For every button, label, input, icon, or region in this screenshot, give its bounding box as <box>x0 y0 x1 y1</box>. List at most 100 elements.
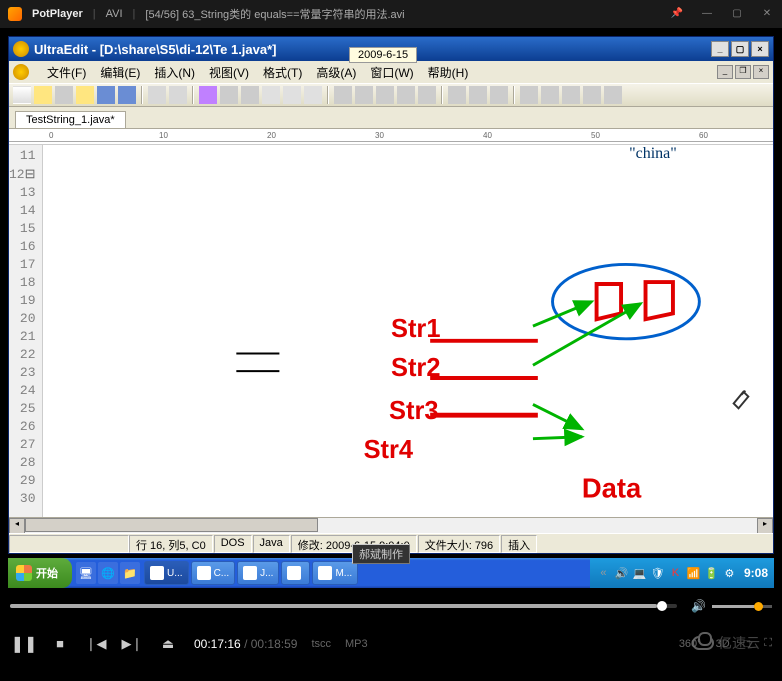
t5-icon[interactable] <box>376 86 394 104</box>
task-button-4[interactable]: M... <box>312 561 358 585</box>
tray-6[interactable]: 🔋 <box>704 566 719 581</box>
ue-max[interactable]: ▢ <box>731 41 749 57</box>
progress-bar-row: 🔊 <box>0 596 782 616</box>
prev-button[interactable]: ❘◀ <box>82 630 110 658</box>
code-text[interactable]: public static void main(String[] args) {… <box>43 145 49 517</box>
potplayer-titlebar: PotPlayer | AVI | [54/56] 63_String类的 eq… <box>0 0 782 28</box>
t4-icon[interactable] <box>355 86 373 104</box>
open-icon[interactable] <box>34 86 52 104</box>
tray-5[interactable]: 📶 <box>686 566 701 581</box>
open2-icon[interactable] <box>76 86 94 104</box>
editor-area[interactable]: 11 12⊟ 13 14 15 16 17 18 19 20 21 22 23 … <box>9 145 773 517</box>
t1-icon[interactable] <box>220 86 238 104</box>
menu-insert[interactable]: 插入(N) <box>154 64 195 81</box>
maximize-button[interactable]: ▢ <box>730 7 744 21</box>
pause-button[interactable]: ❚❚ <box>10 630 38 658</box>
t14-icon[interactable] <box>583 86 601 104</box>
status-mode: 插入 <box>501 535 537 553</box>
ql-1[interactable]: 🖥 <box>76 562 96 584</box>
task-button-0[interactable]: U... <box>144 561 189 585</box>
preview-icon[interactable] <box>169 86 187 104</box>
pip-button[interactable]: □ <box>744 638 751 650</box>
next-button[interactable]: ▶❘ <box>118 630 146 658</box>
menu-format[interactable]: 格式(T) <box>263 64 302 81</box>
eject-button[interactable]: ⏏ <box>154 630 182 658</box>
pin-button[interactable]: 📌 <box>670 7 684 21</box>
t7-icon[interactable] <box>418 86 436 104</box>
close-button[interactable]: ✕ <box>760 7 774 21</box>
menu-help[interactable]: 帮助(H) <box>428 64 469 81</box>
t11-icon[interactable] <box>520 86 538 104</box>
stop-button[interactable]: ■ <box>46 630 74 658</box>
seek-bar[interactable] <box>10 604 677 608</box>
window-title: UltraEdit - [D:\share\S5\di-12\Te 1.java… <box>34 42 277 57</box>
svg-text:Str3: Str3 <box>389 397 438 425</box>
scroll-thumb[interactable] <box>25 518 318 532</box>
save-icon[interactable] <box>97 86 115 104</box>
video-area[interactable]: UltraEdit - [D:\share\S5\di-12\Te 1.java… <box>0 28 782 596</box>
tray-expand[interactable]: « <box>596 566 611 581</box>
menu-view[interactable]: 视图(V) <box>209 64 249 81</box>
tray-1[interactable]: 🔊 <box>614 566 629 581</box>
t12-icon[interactable] <box>541 86 559 104</box>
task-button-3[interactable] <box>281 561 310 585</box>
tray-2[interactable]: 💻 <box>632 566 647 581</box>
t3-icon[interactable] <box>334 86 352 104</box>
vr-button[interactable]: 360° <box>679 638 702 650</box>
paste-icon[interactable] <box>304 86 322 104</box>
3d-button[interactable]: 3D <box>716 638 730 650</box>
task-button-1[interactable]: C... <box>191 561 236 585</box>
scroll-left[interactable]: ◂ <box>9 518 25 534</box>
seek-thumb[interactable] <box>657 601 667 611</box>
saveall-icon[interactable] <box>118 86 136 104</box>
t13-icon[interactable] <box>562 86 580 104</box>
quick-launch: 🖥 🌐 📁 <box>76 562 140 584</box>
insert1-icon[interactable] <box>199 86 217 104</box>
print-icon[interactable] <box>148 86 166 104</box>
ql-2[interactable]: 🌐 <box>98 562 118 584</box>
line-gutter: 11 12⊟ 13 14 15 16 17 18 19 20 21 22 23 … <box>9 145 43 517</box>
close-icon[interactable] <box>55 86 73 104</box>
menu-window[interactable]: 窗口(W) <box>370 64 413 81</box>
h-scrollbar[interactable]: ◂ ▸ <box>9 517 773 533</box>
date-popup: 2009-6-15 <box>349 47 417 63</box>
tab-teststring[interactable]: TestString_1.java* <box>15 111 126 128</box>
fullscreen-button[interactable]: ⛶ <box>764 637 772 650</box>
new-icon[interactable] <box>13 86 31 104</box>
t6-icon[interactable] <box>397 86 415 104</box>
status-pos: 行 16, 列5, C0 <box>129 535 213 553</box>
audio: MP3 <box>345 638 368 650</box>
mdi-min[interactable]: _ <box>717 65 733 79</box>
tray-7[interactable]: ⚙ <box>722 566 737 581</box>
highlight-box-2 <box>369 145 565 189</box>
status-enc: DOS <box>214 535 252 553</box>
t10-icon[interactable] <box>490 86 508 104</box>
ql-3[interactable]: 📁 <box>120 562 140 584</box>
potplayer-icon <box>8 7 22 21</box>
t9-icon[interactable] <box>469 86 487 104</box>
menu-advanced[interactable]: 高级(A) <box>316 64 356 81</box>
volume-bar[interactable] <box>712 605 772 608</box>
mdi-restore[interactable]: ❐ <box>735 65 751 79</box>
file-tabs: TestString_1.java* <box>9 107 773 129</box>
t15-icon[interactable] <box>604 86 622 104</box>
ue-close[interactable]: × <box>751 41 769 57</box>
status-help[interactable] <box>9 535 129 553</box>
volume-icon[interactable]: 🔊 <box>691 599 706 613</box>
ue-min[interactable]: _ <box>711 41 729 57</box>
svg-text:Data: Data <box>582 472 642 503</box>
tray-3[interactable]: 🛡 <box>650 566 665 581</box>
tray-clock[interactable]: 9:08 <box>744 566 768 580</box>
copy-icon[interactable] <box>283 86 301 104</box>
tray-4[interactable]: K <box>668 566 683 581</box>
cut-icon[interactable] <box>262 86 280 104</box>
mdi-close[interactable]: × <box>753 65 769 79</box>
start-button[interactable]: 开始 <box>8 558 72 588</box>
t2-icon[interactable] <box>241 86 259 104</box>
minimize-button[interactable]: — <box>700 7 714 21</box>
menu-edit[interactable]: 编辑(E) <box>100 64 140 81</box>
t8-icon[interactable] <box>448 86 466 104</box>
task-button-2[interactable]: J... <box>237 561 279 585</box>
menu-file[interactable]: 文件(F) <box>47 64 86 81</box>
scroll-right[interactable]: ▸ <box>757 518 773 534</box>
